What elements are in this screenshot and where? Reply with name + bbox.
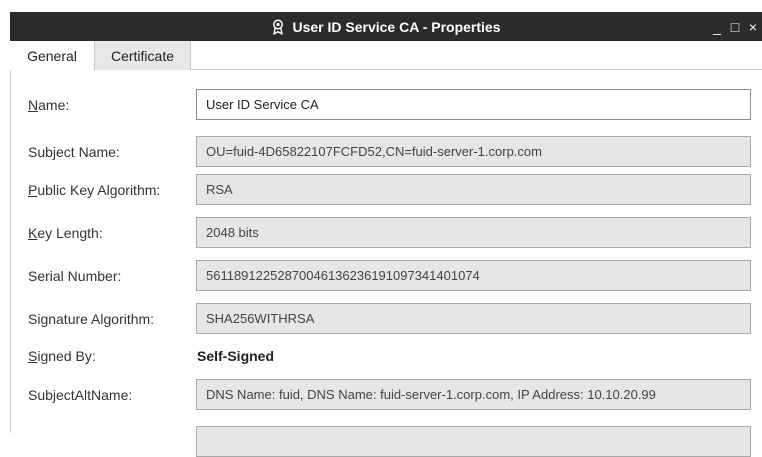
window-controls: _ □ × <box>708 12 762 41</box>
signed-by-value: Self-Signed <box>197 347 275 364</box>
signature-algorithm-field[interactable]: SHA256WITHRSA <box>196 303 751 334</box>
row-partial-next <box>11 426 762 457</box>
window-title-wrap: User ID Service CA - Properties <box>10 12 762 41</box>
public-key-algorithm-label-text: ublic Key Algorithm: <box>37 181 161 198</box>
minimize-button[interactable]: _ <box>708 17 726 37</box>
row-subject-name: Subject Name: OU=fuid-4D65822107FCFD52,C… <box>11 136 762 167</box>
signature-algorithm-label: Signature Algorithm: <box>28 310 155 327</box>
serial-number-label: Serial Number: <box>28 267 122 284</box>
close-button[interactable]: × <box>744 17 762 37</box>
row-public-key-algorithm: Public Key Algorithm: RSA <box>11 174 762 205</box>
maximize-button[interactable]: □ <box>726 17 744 37</box>
general-properties-form: Name: User ID Service CA Subject Name: O… <box>10 70 762 457</box>
key-length-label: Key Length: <box>28 217 103 248</box>
signed-by-label: Signed By: <box>28 340 96 371</box>
name-label-mnemonic: N <box>28 96 39 113</box>
row-key-length: Key Length: 2048 bits <box>11 217 762 248</box>
key-length-label-text: ey Length: <box>37 224 103 241</box>
subject-name-label: Subject Name: <box>28 143 120 160</box>
tab-certificate[interactable]: Certificate <box>95 41 191 70</box>
name-label: Name: <box>28 89 69 120</box>
subject-alt-name-field[interactable]: DNS Name: fuid, DNS Name: fuid-server-1.… <box>196 379 751 410</box>
key-length-mnemonic: K <box>28 224 38 241</box>
subject-alt-name-label: SubjectAltName: <box>28 386 133 403</box>
row-serial-number: Serial Number: 5611891225287004613623619… <box>11 260 762 291</box>
name-field[interactable]: User ID Service CA <box>196 89 751 120</box>
tab-bar: General Certificate <box>10 41 762 70</box>
serial-number-field[interactable]: 56118912252870046136236191097341401074 <box>196 260 751 291</box>
row-subject-alt-name: SubjectAltName: DNS Name: fuid, DNS Name… <box>11 379 762 410</box>
signed-by-label-text: igned By: <box>37 347 96 364</box>
certificate-ribbon-icon <box>271 19 285 35</box>
window-titlebar[interactable]: User ID Service CA - Properties _ □ × <box>10 12 762 41</box>
partial-next-field[interactable] <box>196 426 751 457</box>
key-length-field[interactable]: 2048 bits <box>196 217 751 248</box>
public-key-algorithm-label: Public Key Algorithm: <box>28 174 160 205</box>
row-signed-by: Signed By: Self-Signed <box>11 340 762 371</box>
subject-name-field[interactable]: OU=fuid-4D65822107FCFD52,CN=fuid-server-… <box>196 136 751 167</box>
row-name: Name: User ID Service CA <box>11 89 762 120</box>
tab-general[interactable]: General <box>10 41 95 70</box>
name-label-text: ame: <box>38 96 70 113</box>
public-key-algorithm-mnemonic: P <box>28 181 38 198</box>
row-signature-algorithm: Signature Algorithm: SHA256WITHRSA <box>11 303 762 334</box>
signed-by-mnemonic: S <box>28 347 38 364</box>
public-key-algorithm-field[interactable]: RSA <box>196 174 751 205</box>
window-title: User ID Service CA - Properties <box>292 18 501 35</box>
